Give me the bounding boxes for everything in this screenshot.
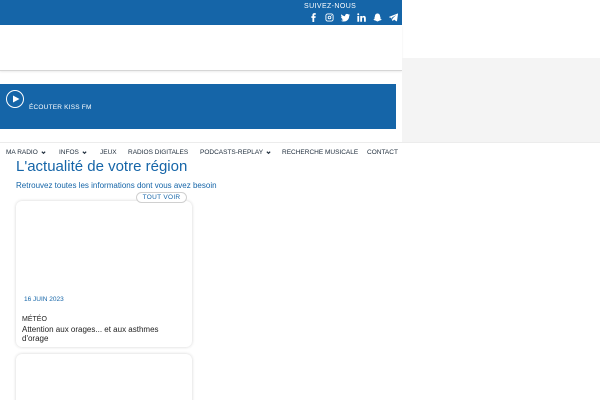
- nav-item-label: MA RADIO: [6, 149, 38, 156]
- news-card[interactable]: [16, 354, 192, 400]
- nav-item-label: INFOS: [59, 149, 79, 156]
- nav-item-label: JEUX: [100, 149, 117, 156]
- nav-item-label: RECHERCHE MUSICALE: [282, 149, 359, 156]
- nav-item-recherche-musicale[interactable]: RECHERCHE MUSICALE: [282, 149, 358, 156]
- nav-item-podcasts-replay[interactable]: PODCASTS-REPLAY: [200, 149, 271, 156]
- nav-item-ma-radio[interactable]: MA RADIO: [6, 149, 46, 156]
- chevron-down-icon: [82, 151, 87, 155]
- facebook-icon[interactable]: [308, 12, 318, 22]
- section-title: L'actualité de votre région: [16, 158, 188, 175]
- linkedin-icon[interactable]: [356, 12, 366, 22]
- instagram-icon[interactable]: [324, 12, 334, 22]
- chevron-down-icon: [41, 151, 46, 155]
- header-side-panel: [402, 58, 600, 143]
- telegram-icon[interactable]: [388, 12, 398, 22]
- card-date: 16 JUIN 2023: [24, 296, 64, 303]
- top-social-bar: SUIVEZ-NOUS: [0, 0, 402, 25]
- card-title[interactable]: Attention aux orages... et aux asthmes d…: [22, 325, 182, 343]
- nav-item-radios-digitales[interactable]: RADIOS DIGITALES: [128, 149, 188, 156]
- snapchat-icon[interactable]: [372, 12, 382, 22]
- radio-player-bar: ÉCOUTER KISS FM: [0, 84, 396, 129]
- twitter-icon[interactable]: [340, 12, 350, 22]
- nav-item-infos[interactable]: INFOS: [59, 149, 87, 156]
- play-icon: [12, 95, 19, 103]
- nav-item-jeux[interactable]: JEUX: [100, 149, 117, 156]
- social-icons: [308, 12, 398, 22]
- nav-item-label: CONTACT: [367, 149, 398, 156]
- card-category: MÉTÉO: [22, 316, 47, 323]
- nav-item-label: RADIOS DIGITALES: [128, 149, 189, 156]
- nav-item-label: PODCASTS-REPLAY: [200, 149, 264, 156]
- section-subtitle: Retrouvez toutes les informations dont v…: [16, 181, 217, 190]
- chevron-down-icon: [266, 151, 271, 155]
- news-card[interactable]: 16 JUIN 2023 MÉTÉO Attention aux orages.…: [16, 201, 192, 347]
- nav-item-contact[interactable]: CONTACT: [367, 149, 398, 156]
- listen-label[interactable]: ÉCOUTER KISS FM: [29, 104, 92, 111]
- see-all-button[interactable]: TOUT VOIR: [136, 192, 187, 203]
- site-header: [0, 25, 402, 71]
- follow-us-label: SUIVEZ-NOUS: [304, 3, 357, 10]
- play-button[interactable]: [6, 90, 24, 108]
